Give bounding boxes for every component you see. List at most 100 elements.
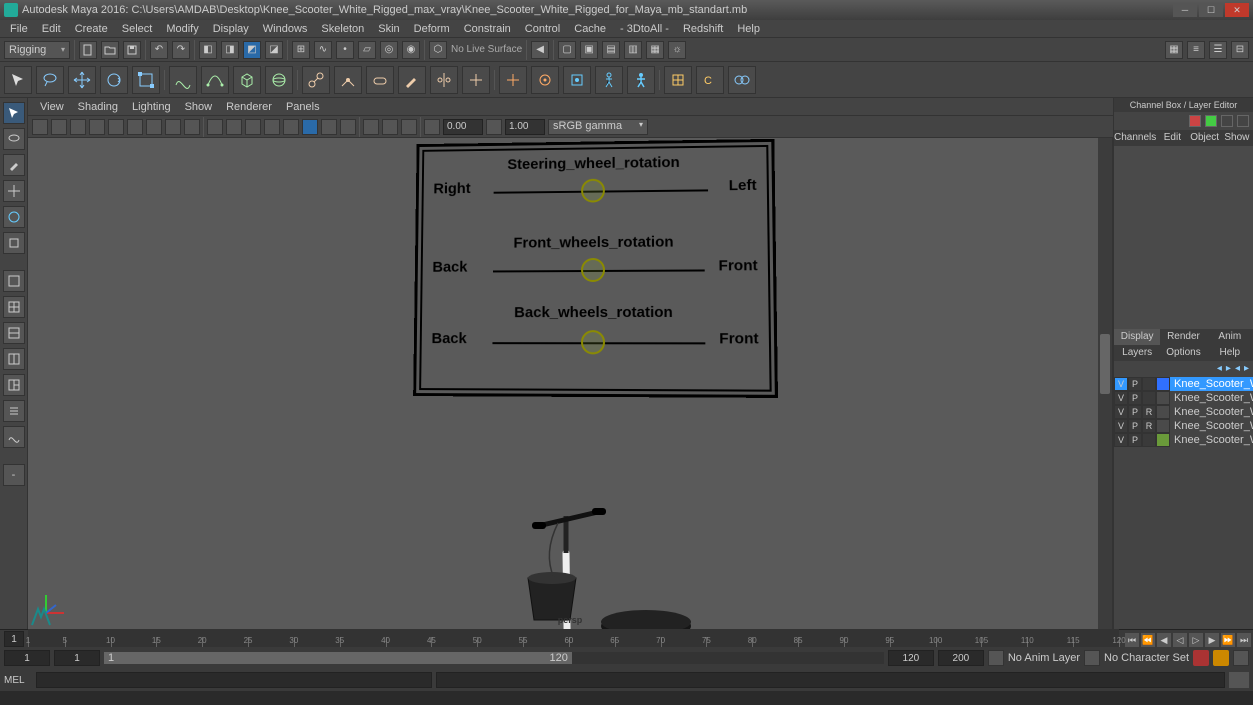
cv-curve-icon[interactable] — [169, 66, 197, 94]
textured-icon[interactable] — [245, 119, 261, 135]
cb-tab-show[interactable]: Show — [1221, 130, 1253, 146]
layer-playback-toggle[interactable]: P — [1128, 433, 1142, 447]
layer-vis-toggle[interactable]: V — [1114, 405, 1128, 419]
layer-vis-toggle[interactable]: V — [1114, 419, 1128, 433]
cube-icon[interactable] — [233, 66, 261, 94]
layer-sub-help[interactable]: Help — [1207, 345, 1253, 361]
select-multi-icon[interactable]: ◪ — [265, 41, 283, 59]
grid-icon[interactable] — [89, 119, 105, 135]
xray-joints-icon[interactable] — [401, 119, 417, 135]
constraint-point-icon[interactable] — [499, 66, 527, 94]
layer-playback-toggle[interactable]: P — [1128, 377, 1142, 391]
exposure-field[interactable] — [443, 119, 483, 135]
go-start-icon[interactable]: ⏮ — [1125, 633, 1139, 647]
deformer-lattice-icon[interactable] — [664, 66, 692, 94]
image-plane-icon[interactable] — [70, 119, 86, 135]
bind-skin-icon[interactable] — [366, 66, 394, 94]
shadows-icon[interactable] — [283, 119, 299, 135]
ep-curve-icon[interactable] — [201, 66, 229, 94]
cmd-language-label[interactable]: MEL — [4, 675, 32, 686]
smooth-shade-icon[interactable] — [226, 119, 242, 135]
panel-menu-shading[interactable]: Shading — [72, 100, 124, 114]
current-frame-field-left[interactable] — [4, 631, 24, 647]
workspace-dropdown[interactable]: Rigging — [4, 41, 70, 59]
channel-box-icon[interactable]: ⊟ — [1231, 41, 1249, 59]
set-key-icon[interactable] — [1193, 650, 1209, 666]
quick-rig-icon[interactable] — [595, 66, 623, 94]
paint-skin-icon[interactable] — [398, 66, 426, 94]
multisampling-icon[interactable] — [340, 119, 356, 135]
menu-select[interactable]: Select — [116, 22, 159, 36]
attribute-editor-icon[interactable]: ≡ — [1187, 41, 1205, 59]
gamma-field[interactable] — [505, 119, 545, 135]
layout-four-icon[interactable] — [3, 296, 25, 318]
scale-tool[interactable] — [3, 232, 25, 254]
panel-menu-view[interactable]: View — [34, 100, 70, 114]
layer-playback-toggle[interactable]: P — [1128, 391, 1142, 405]
menu-deform[interactable]: Deform — [408, 22, 456, 36]
snap-curve-icon[interactable]: ∿ — [314, 41, 332, 59]
select-object-icon[interactable]: ◨ — [221, 41, 239, 59]
minimize-button[interactable]: ─ — [1173, 3, 1197, 17]
auto-key-icon[interactable] — [1213, 650, 1229, 666]
anim-prefs-icon[interactable] — [1233, 650, 1249, 666]
layer-color-swatch[interactable] — [1156, 433, 1170, 447]
move-tool[interactable] — [3, 180, 25, 202]
wireframe-icon[interactable] — [207, 119, 223, 135]
step-back-key-icon[interactable]: ⏪ — [1141, 633, 1155, 647]
layer-row[interactable]: VPKnee_Scooter_White_R — [1114, 391, 1253, 405]
orient-joint-icon[interactable] — [462, 66, 490, 94]
play-back-icon[interactable]: ◁ — [1173, 633, 1187, 647]
layer-color-swatch[interactable] — [1156, 405, 1170, 419]
ipr-render-icon[interactable]: ▣ — [580, 41, 598, 59]
bookmark-icon[interactable] — [51, 119, 67, 135]
new-scene-icon[interactable] — [79, 41, 97, 59]
menu-redshift[interactable]: Redshift — [677, 22, 729, 36]
layer-row[interactable]: VPRKnee_Scooter_White_R — [1114, 419, 1253, 433]
motion-blur-icon[interactable] — [321, 119, 337, 135]
menu-skeleton[interactable]: Skeleton — [315, 22, 370, 36]
viewport[interactable]: Steering_wheel_rotation Right Left Front… — [28, 138, 1113, 629]
field-chart-icon[interactable] — [165, 119, 181, 135]
blend-shape-icon[interactable] — [728, 66, 756, 94]
use-lights-icon[interactable] — [264, 119, 280, 135]
layer-vis-toggle[interactable]: V — [1114, 391, 1128, 405]
ik-handle-icon[interactable] — [334, 66, 362, 94]
render-settings-icon[interactable]: ▤ — [602, 41, 620, 59]
lasso-tool[interactable] — [3, 128, 25, 150]
menu-cache[interactable]: Cache — [568, 22, 612, 36]
resolution-gate-icon[interactable] — [127, 119, 143, 135]
snap-plane-icon[interactable]: ▱ — [358, 41, 376, 59]
layer-ref-toggle[interactable] — [1142, 377, 1156, 391]
range-start-outer-field[interactable] — [4, 650, 50, 666]
range-end-outer-field[interactable] — [938, 650, 984, 666]
layer-arrow-4[interactable]: ▸ — [1244, 363, 1249, 374]
layout-two-h-icon[interactable] — [3, 322, 25, 344]
undo-icon[interactable]: ↶ — [150, 41, 168, 59]
joint-tool-icon[interactable] — [302, 66, 330, 94]
layer-playback-toggle[interactable]: P — [1128, 419, 1142, 433]
light-editor-icon[interactable]: ☼ — [668, 41, 686, 59]
gamma-icon[interactable] — [486, 119, 502, 135]
move-tool-icon[interactable] — [68, 66, 96, 94]
cb-tab-edit[interactable]: Edit — [1156, 130, 1188, 146]
screen-space-ao-icon[interactable] — [302, 119, 318, 135]
layer-arrow-3[interactable]: ◂ — [1235, 363, 1240, 374]
snap-grid-icon[interactable]: ⊞ — [292, 41, 310, 59]
save-scene-icon[interactable] — [123, 41, 141, 59]
outliner-icon[interactable] — [3, 400, 25, 422]
layer-color-swatch[interactable] — [1156, 377, 1170, 391]
cb-icon-3[interactable] — [1221, 115, 1233, 127]
modeling-toolkit-icon[interactable]: ▦ — [1165, 41, 1183, 59]
menu-skin[interactable]: Skin — [372, 22, 405, 36]
rig-slider2-knob[interactable] — [581, 258, 605, 282]
lasso-tool-icon[interactable] — [36, 66, 64, 94]
cmd-input[interactable] — [36, 672, 432, 688]
cb-tab-channels[interactable]: Channels — [1114, 130, 1156, 146]
scale-tool-icon[interactable] — [132, 66, 160, 94]
snap-live-icon[interactable]: ◉ — [402, 41, 420, 59]
time-ruler-track[interactable]: 1510152025303540455055606570758085909510… — [28, 629, 1119, 647]
mirror-joint-icon[interactable] — [430, 66, 458, 94]
range-slider[interactable]: 1 120 — [104, 652, 884, 664]
menu-file[interactable]: File — [4, 22, 34, 36]
